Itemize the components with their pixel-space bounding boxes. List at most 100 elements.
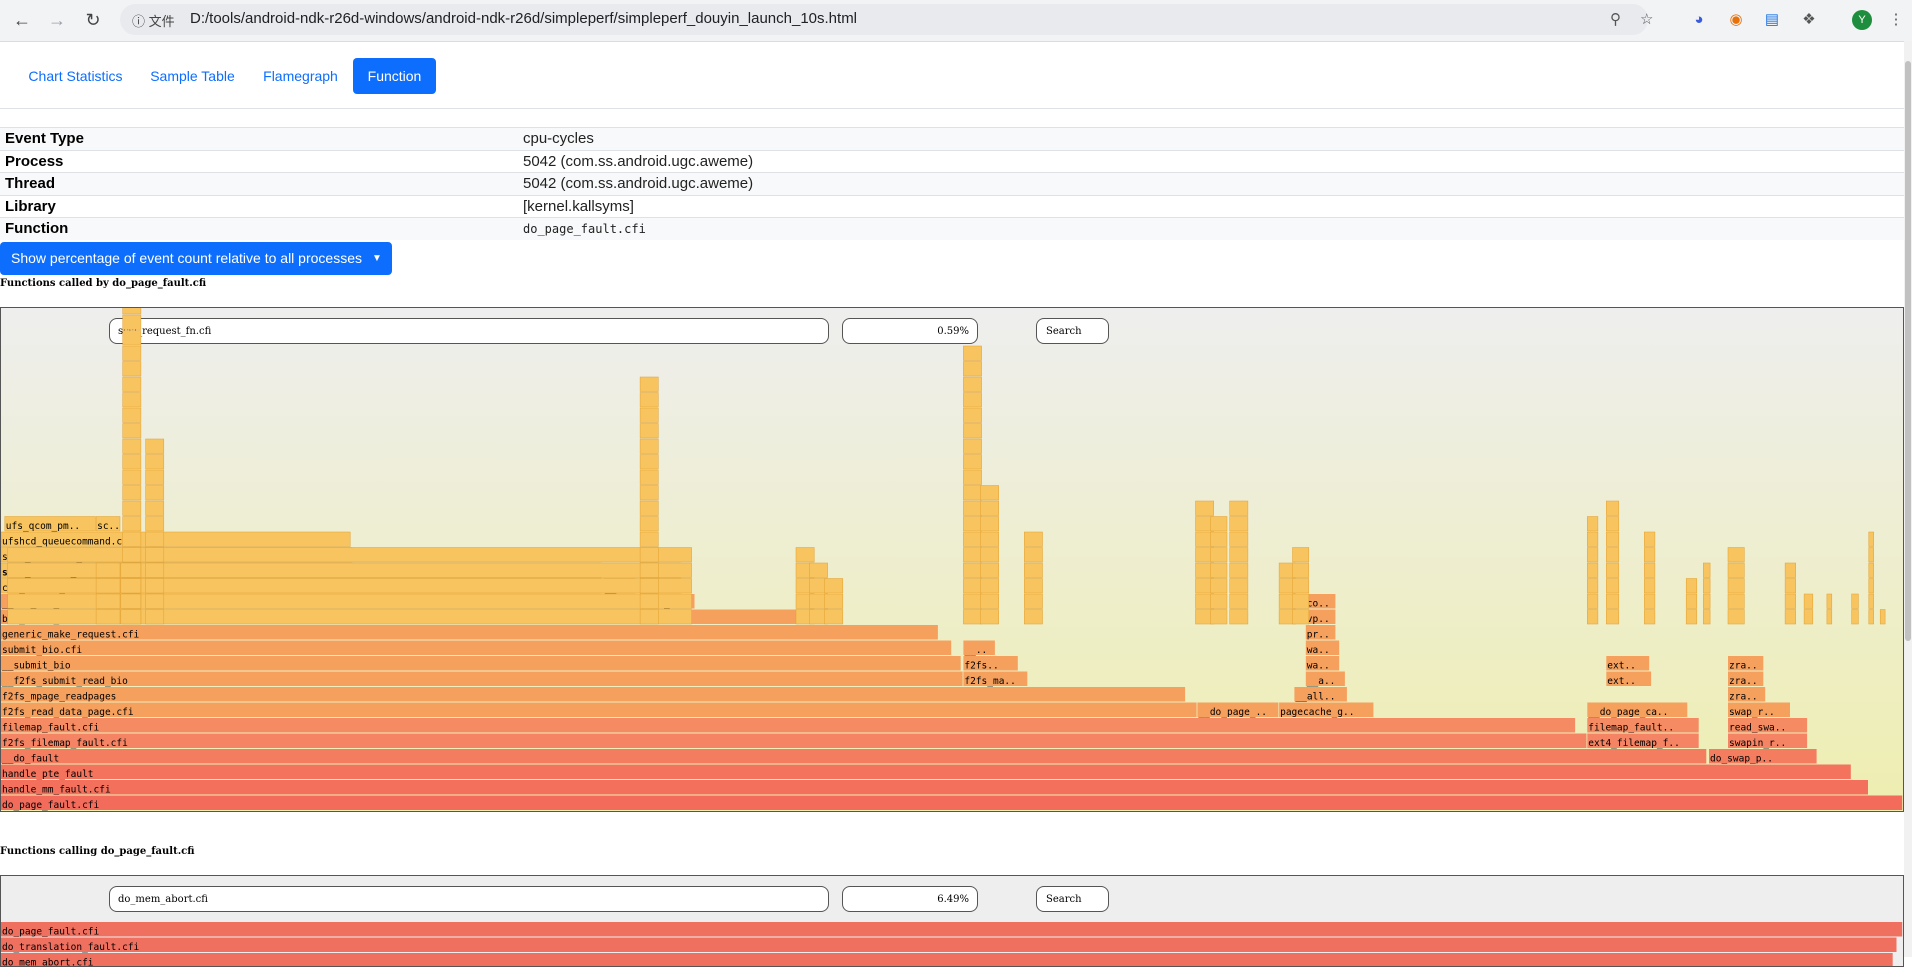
flamegraph-frame-small[interactable]: [1703, 562, 1711, 578]
flamegraph-frame-small[interactable]: [145, 500, 165, 516]
flamegraph-frame-small[interactable]: [1024, 593, 1043, 609]
flamegraph-frame[interactable]: __a..: [1305, 671, 1345, 688]
flamegraph-frame-small[interactable]: [1229, 500, 1249, 516]
flamegraph-frame-small[interactable]: [1229, 562, 1249, 578]
flamegraph-frame-small[interactable]: [1727, 547, 1745, 563]
frame-rect[interactable]: [1, 718, 1576, 733]
flamegraph-frame-small[interactable]: [1727, 562, 1745, 578]
flamegraph-frame-small[interactable]: [639, 392, 659, 408]
flamegraph-frame-small[interactable]: [963, 361, 982, 377]
flamegraph-frame-small[interactable]: [1803, 593, 1814, 609]
flamegraph-frame-small[interactable]: [1703, 609, 1711, 625]
flamegraph-frame-small[interactable]: [1587, 609, 1599, 625]
flamegraph-frame[interactable]: __f2fs_submit_read_bio: [1, 671, 963, 688]
flamegraph-frame-small[interactable]: [963, 609, 982, 625]
flamegraph-frame-small[interactable]: [1292, 593, 1310, 609]
flamegraph-frame[interactable]: pr..: [1305, 625, 1336, 641]
flamegraph-frame-small[interactable]: [1229, 531, 1249, 547]
flamegraph-frame[interactable]: f2fs_filemap_fault.cfi: [1, 733, 1587, 750]
profile-avatar[interactable]: Y: [1852, 10, 1872, 30]
callee-flamegraph[interactable]: scsi_request_fn.cfi 0.59% Search do_page…: [0, 307, 1904, 812]
flamegraph-frame-small[interactable]: [1229, 547, 1249, 563]
flamegraph-frame[interactable]: __do_page_ca..: [1587, 702, 1688, 719]
flamegraph-frame-small[interactable]: [120, 593, 142, 609]
flamegraph-frame-small[interactable]: [145, 578, 165, 594]
flamegraph-frame[interactable]: submit_bio.cfi: [1, 640, 952, 657]
flamegraph-frame-small[interactable]: [639, 562, 659, 578]
site-info-chip[interactable]: ⓘ 文件: [132, 11, 175, 30]
frame-rect[interactable]: [1, 640, 952, 656]
flamegraph-frame[interactable]: do_mem_abort.cfi: [1, 953, 1893, 966]
flamegraph-frame-small[interactable]: [1210, 562, 1228, 578]
flamegraph-frame-small[interactable]: [980, 500, 999, 516]
flamegraph-frame-small[interactable]: [145, 593, 165, 609]
flamegraph-frame-small[interactable]: [980, 562, 999, 578]
flamegraph-frame[interactable]: swapin_r..: [1728, 733, 1808, 750]
flamegraph-frame[interactable]: f2fs..: [963, 656, 1018, 672]
flamegraph-frame[interactable]: zra..: [1728, 656, 1764, 672]
flamegraph-frame-small[interactable]: [1606, 578, 1620, 594]
flamegraph-frame-small[interactable]: [145, 547, 165, 563]
url-text[interactable]: D:/tools/android-ndk-r26d-windows/androi…: [190, 10, 857, 27]
flamegraph-frame-small[interactable]: [95, 609, 121, 625]
flamegraph-frame-small[interactable]: [1606, 593, 1620, 609]
flamegraph-frame-small[interactable]: [639, 454, 659, 470]
frame-rect[interactable]: [1, 702, 1197, 718]
flamegraph-frame-small[interactable]: [980, 531, 999, 547]
flamegraph-frame-small[interactable]: [1868, 562, 1874, 578]
flamegraph-frame[interactable]: generic_make_request.cfi: [1, 625, 938, 641]
flamegraph-frame-small[interactable]: [1685, 578, 1698, 594]
flamegraph-frame-small[interactable]: [1703, 578, 1711, 594]
flamegraph-frame-small[interactable]: [122, 361, 142, 377]
flamegraph-frame-small[interactable]: [1868, 593, 1874, 609]
flamegraph-frame[interactable]: ext..: [1606, 656, 1650, 672]
flamegraph-frame[interactable]: wa..: [1305, 640, 1340, 657]
flamegraph-frame[interactable]: f2fs_read_data_page.cfi: [1, 702, 1197, 719]
flamegraph-frame-small[interactable]: [1587, 516, 1599, 532]
flamegraph-frame-small[interactable]: [1229, 578, 1249, 594]
extensions-puzzle-icon[interactable]: ❖: [1799, 10, 1819, 30]
flamegraph-frame-small[interactable]: [1292, 547, 1310, 563]
flamegraph-frame-small[interactable]: [1024, 547, 1043, 563]
flamegraph-frame[interactable]: pagecache_g..: [1279, 702, 1374, 719]
flamegraph-frame-small[interactable]: [639, 547, 659, 563]
flamegraph-frame[interactable]: ext4_filemap_f..: [1587, 733, 1699, 750]
tab-sample-table[interactable]: Sample Table: [140, 58, 245, 94]
flamegraph-frame-small[interactable]: [1210, 547, 1228, 563]
flamegraph-frame-small[interactable]: [1644, 562, 1656, 578]
frame-rect[interactable]: [1, 780, 1868, 795]
flamegraph-frame-small[interactable]: [1587, 593, 1599, 609]
flamegraph-frame-small[interactable]: [1826, 593, 1833, 609]
flamegraph-frame-small[interactable]: [963, 454, 982, 470]
flamegraph-frame[interactable]: filemap_fault.cfi: [1, 718, 1576, 734]
flamegraph-frame-small[interactable]: [963, 376, 982, 392]
flamegraph-frame-small[interactable]: [639, 609, 659, 625]
flamegraph-frame[interactable]: do_translation_fault.cfi: [1, 937, 1897, 954]
back-arrow-icon[interactable]: ←: [10, 8, 34, 32]
page-scrollbar-thumb[interactable]: [1905, 61, 1911, 641]
frame-rect[interactable]: [1, 764, 1851, 780]
percentage-mode-dropdown[interactable]: Show percentage of event count relative …: [0, 242, 392, 275]
flamegraph-frame[interactable]: swap_r..: [1728, 702, 1790, 719]
flamegraph-frame[interactable]: __all..: [1294, 687, 1347, 703]
flamegraph-frame[interactable]: wa..: [1305, 656, 1340, 672]
flamegraph-frame-small[interactable]: [120, 562, 142, 578]
flamegraph-frame-small[interactable]: [963, 593, 982, 609]
flamegraph-frame-small[interactable]: [1210, 593, 1228, 609]
flamegraph-frame-small[interactable]: [980, 609, 999, 625]
flamegraph-frame-small[interactable]: [95, 578, 121, 594]
flamegraph-frame-small[interactable]: [1644, 547, 1656, 563]
flamegraph-frame-small[interactable]: [795, 547, 815, 563]
flamegraph-frame-small[interactable]: [1587, 578, 1599, 594]
flamegraph-frame-small[interactable]: [1879, 609, 1886, 625]
flamegraph-frame-small[interactable]: [1851, 609, 1859, 625]
flamegraph-frame-small[interactable]: [1868, 609, 1874, 625]
extension-analytics-icon[interactable]: ▤: [1762, 10, 1782, 30]
flamegraph-frame-small[interactable]: [122, 423, 142, 439]
flamegraph-frame-small[interactable]: [1024, 531, 1043, 547]
flamegraph-frame-small[interactable]: [1292, 578, 1310, 594]
address-bar[interactable]: ⓘ 文件 D:/tools/android-ndk-r26d-windows/a…: [120, 4, 1653, 35]
caller-flamegraph[interactable]: do_mem_abort.cfi 6.49% Search do_page_fa…: [0, 875, 1904, 967]
flamegraph-frame-small[interactable]: [1784, 562, 1796, 578]
flamegraph-frame-small[interactable]: [1784, 578, 1796, 594]
